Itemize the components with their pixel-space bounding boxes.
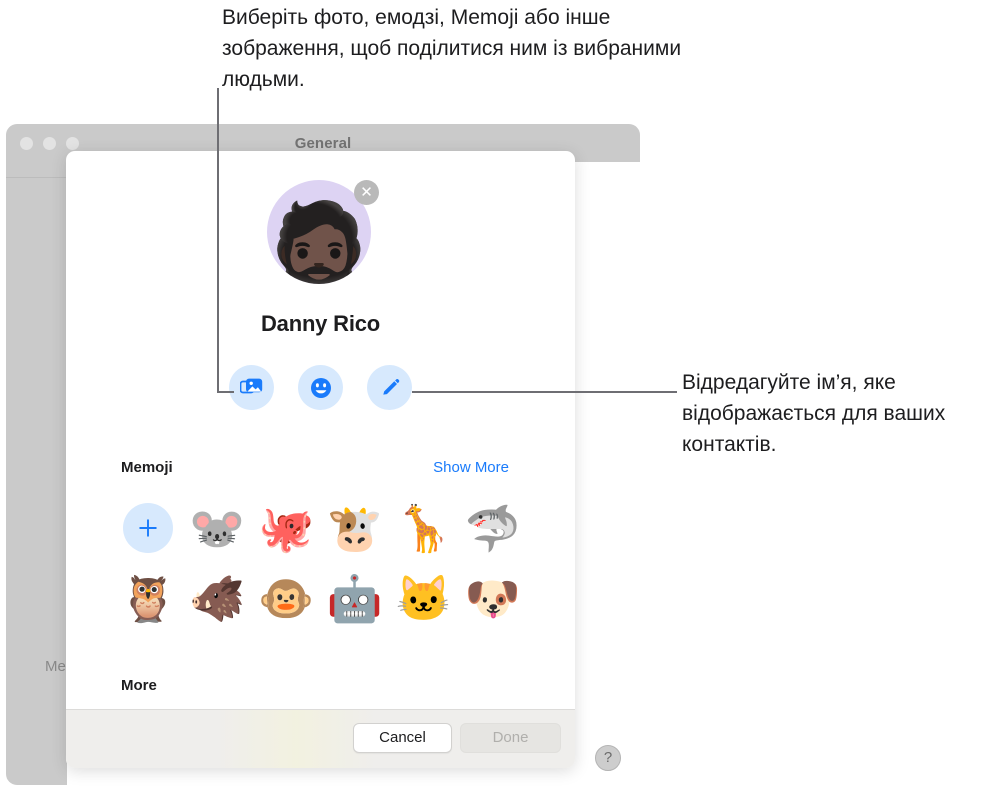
plus-icon bbox=[123, 503, 174, 553]
monkey-icon: 🐵 bbox=[258, 572, 315, 624]
giraffe-icon: 🦒 bbox=[395, 502, 452, 554]
callout-leader-line-top bbox=[217, 88, 219, 393]
memoji-item[interactable]: 🐵 bbox=[252, 567, 321, 629]
boar-icon: 🐗 bbox=[189, 572, 246, 624]
memoji-item[interactable]: 🦉 bbox=[114, 567, 183, 629]
smiley-face-icon bbox=[310, 377, 332, 399]
callout-text-avatar: Виберіть фото, емодзі, Memoji або інше з… bbox=[222, 6, 682, 91]
robot-icon: 🤖 bbox=[326, 572, 383, 624]
callout-text-edit-name: Відредагуйте ім’я, яке відображається дл… bbox=[682, 371, 946, 456]
choose-emoji-button[interactable] bbox=[298, 365, 343, 410]
memoji-item[interactable]: 🐭 bbox=[183, 497, 252, 559]
remove-avatar-icon[interactable]: ✕ bbox=[354, 180, 379, 205]
help-button[interactable]: ? bbox=[595, 745, 621, 771]
memoji-item[interactable]: 🐗 bbox=[183, 567, 252, 629]
photo-stack-icon bbox=[240, 378, 263, 397]
display-name: Danny Rico bbox=[260, 311, 381, 336]
edit-name-button[interactable] bbox=[367, 365, 412, 410]
memoji-section: Memoji Show More 🐭 🐙 🐮 🦒 🦈 🦉 🐗 🐵 🤖 🐱 🐶 bbox=[66, 459, 575, 629]
done-button: Done bbox=[460, 723, 561, 753]
dog-icon: 🐶 bbox=[464, 572, 521, 624]
cow-icon: 🐮 bbox=[326, 502, 383, 554]
memoji-item[interactable]: 🦈 bbox=[458, 497, 527, 559]
memoji-item[interactable]: 🐱 bbox=[389, 567, 458, 629]
owl-icon: 🦉 bbox=[120, 572, 177, 624]
dialog-footer: Cancel Done bbox=[66, 709, 575, 768]
octopus-icon: 🐙 bbox=[258, 502, 315, 554]
memoji-grid: 🐭 🐙 🐮 🦒 🦈 🦉 🐗 🐵 🤖 🐱 🐶 bbox=[66, 497, 575, 629]
cat-icon: 🐱 bbox=[395, 572, 452, 624]
sidebar-divider bbox=[6, 177, 67, 178]
sidebar-item-me-label: Me bbox=[45, 658, 66, 675]
memoji-item[interactable]: 🦒 bbox=[389, 497, 458, 559]
cancel-button[interactable]: Cancel bbox=[353, 723, 452, 753]
create-memoji-button[interactable] bbox=[114, 497, 183, 559]
memoji-avatar-icon: 🧔🏿 bbox=[267, 199, 371, 284]
callout-leader-line-right bbox=[412, 391, 677, 393]
memoji-item[interactable]: 🤖 bbox=[321, 567, 390, 629]
avatar-picker-dialog: 🧔🏿 ✕ Danny Rico Memoji Show More 🐭 🐙 🐮 🦒… bbox=[66, 151, 575, 768]
memoji-item[interactable]: 🐶 bbox=[458, 567, 527, 629]
callout-leader-line-top-elbow bbox=[217, 391, 234, 393]
memoji-item[interactable]: 🐮 bbox=[321, 497, 390, 559]
shark-icon: 🦈 bbox=[464, 502, 521, 554]
pencil-icon bbox=[379, 377, 401, 399]
memoji-item[interactable]: 🐙 bbox=[252, 497, 321, 559]
memoji-section-header: Memoji Show More bbox=[66, 459, 575, 483]
background-window-title: General bbox=[294, 135, 352, 152]
footer-highlight bbox=[216, 710, 376, 768]
more-section-title: More bbox=[121, 677, 157, 694]
avatar-action-row bbox=[66, 365, 575, 410]
memoji-section-title: Memoji bbox=[121, 459, 173, 476]
show-more-link[interactable]: Show More bbox=[433, 459, 509, 476]
mouse-icon: 🐭 bbox=[189, 502, 246, 554]
choose-photo-button[interactable] bbox=[229, 365, 274, 410]
avatar-preview[interactable]: 🧔🏿 ✕ bbox=[267, 180, 379, 284]
